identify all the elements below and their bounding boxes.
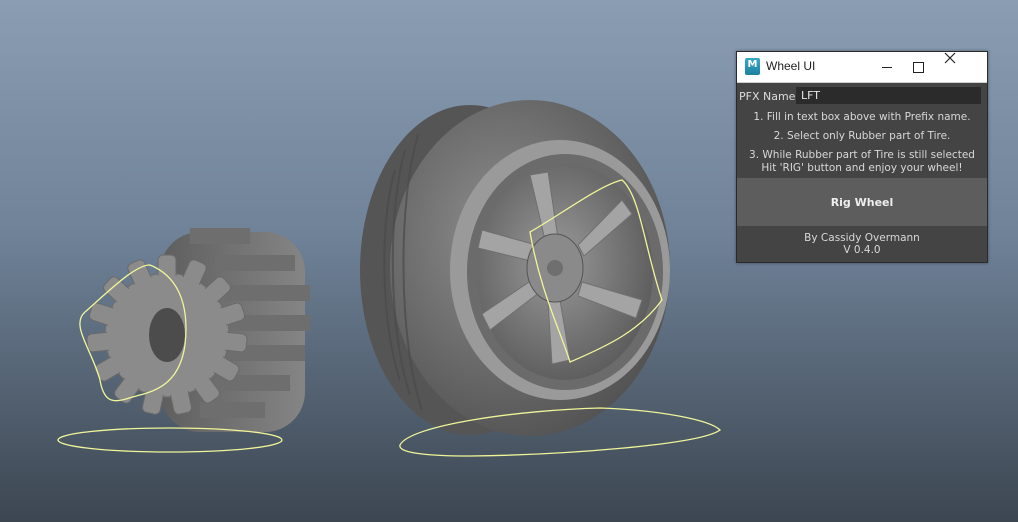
instructions: 1. Fill in text box above with Prefix na…: [737, 111, 987, 175]
pfx-name-input[interactable]: [796, 87, 981, 104]
minimize-icon: [882, 66, 892, 68]
maya-app-icon: M: [745, 58, 760, 75]
pfx-row: PFX Name:: [737, 85, 987, 107]
footer: By Cassidy Overmann V 0.4.0: [737, 232, 987, 256]
rig-wheel-button[interactable]: Rig Wheel: [737, 178, 987, 226]
maximize-button[interactable]: [898, 52, 938, 82]
window-title: Wheel UI: [766, 59, 816, 73]
maximize-icon: [912, 61, 924, 73]
wheel-ui-window: M Wheel UI PFX Name: 1. Fill in text box…: [736, 51, 988, 263]
version-label: V 0.4.0: [843, 244, 881, 256]
close-icon: [944, 52, 956, 64]
window-titlebar[interactable]: M Wheel UI: [737, 52, 987, 83]
instruction-2: 2. Select only Rubber part of Tire.: [773, 130, 951, 142]
instruction-3b: Hit 'RIG' button and enjoy your wheel!: [761, 162, 963, 174]
maya-viewport[interactable]: M Wheel UI PFX Name: 1. Fill in text box…: [0, 0, 1018, 522]
gear-ground-control-curve: [57, 427, 283, 453]
author-credit: By Cassidy Overmann: [804, 232, 920, 244]
gear-model[interactable]: [86, 228, 310, 432]
close-button[interactable]: [944, 52, 984, 82]
instruction-3a: 3. While Rubber part of Tire is still se…: [749, 149, 975, 161]
pfx-name-label: PFX Name:: [739, 90, 800, 103]
wheel-model[interactable]: [360, 100, 670, 436]
instruction-1: 1. Fill in text box above with Prefix na…: [753, 111, 971, 123]
